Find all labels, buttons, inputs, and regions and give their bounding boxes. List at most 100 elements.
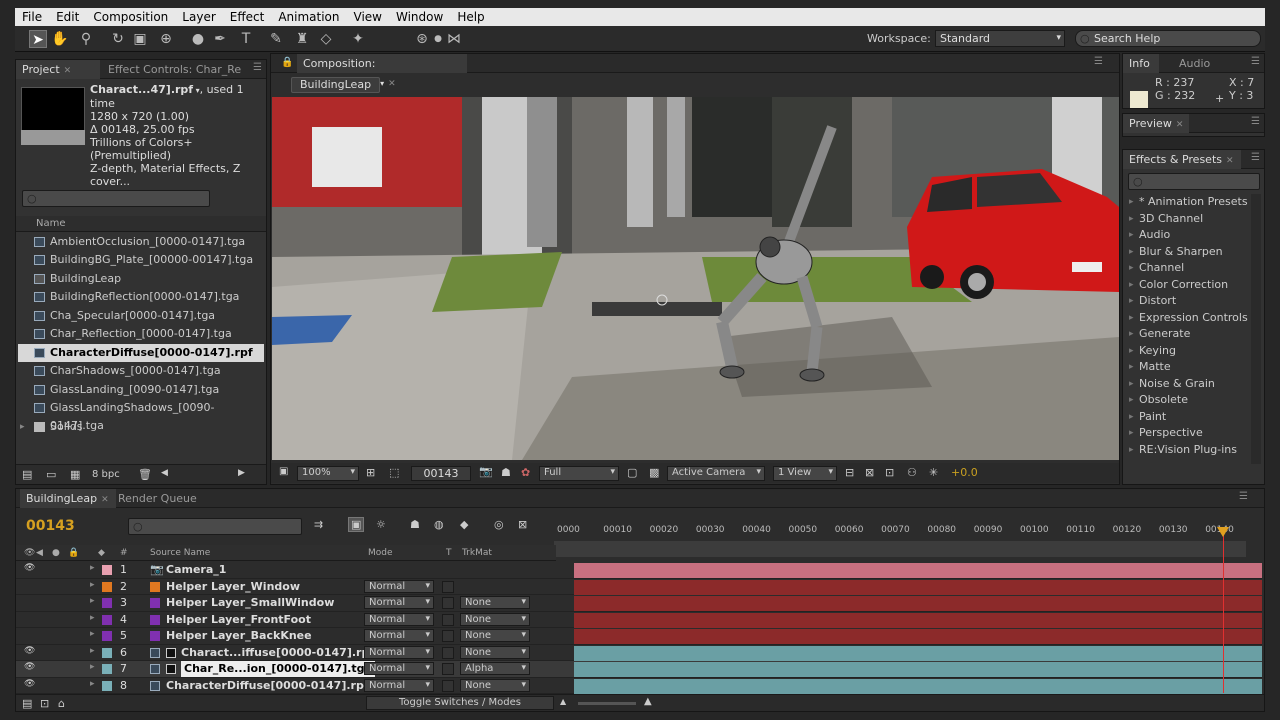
audio-icon[interactable]: ◀ bbox=[36, 545, 43, 561]
folder-item[interactable]: ▸ Solids bbox=[18, 418, 264, 436]
label-icon[interactable]: ◆ bbox=[98, 545, 105, 561]
tab-effects-presets[interactable]: Effects & Presets ✕ bbox=[1123, 150, 1241, 169]
preserve-transparency-checkbox[interactable] bbox=[442, 663, 454, 675]
new-folder-icon[interactable]: ▭ bbox=[46, 468, 56, 481]
exposure-value[interactable]: +0.0 bbox=[951, 466, 978, 479]
label-color-swatch[interactable] bbox=[102, 647, 112, 658]
list-item[interactable]: CharShadows_[0000-0147].tga bbox=[18, 362, 264, 380]
label-color-swatch[interactable] bbox=[102, 614, 112, 625]
track-matte-select[interactable]: None bbox=[460, 678, 530, 692]
list-item[interactable]: BuildingReflection[0000-0147].tga bbox=[18, 288, 264, 306]
effects-category[interactable]: Expression Controls bbox=[1129, 310, 1249, 327]
tab-info[interactable]: Info bbox=[1123, 54, 1159, 73]
brainstorm-icon[interactable]: ◆ bbox=[460, 518, 468, 531]
label-color-swatch[interactable] bbox=[102, 680, 112, 691]
label-color-swatch[interactable] bbox=[102, 631, 112, 641]
blend-mode-select[interactable]: Normal bbox=[364, 612, 434, 626]
timeline-icon[interactable]: ⊡ bbox=[885, 466, 894, 479]
blend-mode-select[interactable]: Normal bbox=[364, 596, 434, 609]
interpret-footage-icon[interactable]: ▤ bbox=[22, 468, 32, 481]
layer-duration-bar[interactable] bbox=[574, 596, 1262, 611]
close-icon[interactable]: ✕ bbox=[388, 79, 396, 89]
close-icon[interactable]: ✕ bbox=[1226, 156, 1234, 166]
channel-icon[interactable]: ✿ bbox=[521, 466, 530, 479]
layer-name[interactable]: Charact...iffuse[0000-0147].rpf bbox=[181, 645, 374, 661]
layer-duration-bar[interactable] bbox=[574, 645, 1262, 661]
label-color-swatch[interactable] bbox=[102, 598, 112, 608]
tab-render-queue[interactable]: Render Queue bbox=[112, 489, 203, 508]
selection-tool-icon[interactable]: ➤ bbox=[29, 30, 47, 48]
eraser-tool-icon[interactable]: ◇ bbox=[317, 30, 335, 48]
menu-help[interactable]: Help bbox=[450, 10, 491, 24]
list-item[interactable]: Cha_Specular[0000-0147].tga bbox=[18, 307, 264, 325]
layer-name[interactable]: Camera_1 bbox=[166, 562, 226, 578]
chevron-right-icon[interactable]: ▸ bbox=[20, 418, 25, 436]
list-item[interactable]: AmbientOcclusion_[0000-0147].tga bbox=[18, 233, 264, 251]
menu-animation[interactable]: Animation bbox=[271, 10, 346, 24]
list-item[interactable]: BuildingLeap bbox=[18, 270, 264, 288]
label-color-swatch[interactable] bbox=[102, 565, 112, 575]
menu-edit[interactable]: Edit bbox=[49, 10, 86, 24]
close-icon[interactable]: ✕ bbox=[101, 495, 109, 505]
zoom-slider[interactable] bbox=[578, 702, 636, 705]
menu-file[interactable]: File bbox=[15, 10, 49, 24]
magnification-select[interactable]: 100% bbox=[297, 466, 359, 481]
eye-icon[interactable]: 👁 bbox=[24, 646, 35, 656]
chevron-right-icon[interactable]: ▸ bbox=[90, 596, 95, 606]
effects-category[interactable]: Obsolete bbox=[1129, 392, 1249, 409]
composition-mini-flowchart-icon[interactable]: ⇉ bbox=[314, 518, 323, 531]
camera-view-select[interactable]: Active Camera bbox=[667, 466, 765, 481]
project-search-input[interactable] bbox=[22, 190, 210, 207]
panel-menu-icon[interactable]: ☰ bbox=[1251, 152, 1260, 163]
blend-mode-select[interactable]: Normal bbox=[364, 579, 434, 593]
pen-tool-icon[interactable]: ✒ bbox=[211, 30, 229, 48]
scroll-right-icon[interactable]: ▶ bbox=[238, 468, 245, 478]
eye-icon[interactable]: 👁 bbox=[24, 679, 35, 689]
effects-category[interactable]: Paint bbox=[1129, 409, 1249, 426]
effects-category[interactable]: RE:Vision Plug-ins bbox=[1129, 442, 1249, 459]
menu-effect[interactable]: Effect bbox=[223, 10, 272, 24]
timeline-search-input[interactable] bbox=[128, 518, 302, 535]
table-row[interactable]: 👁 ▸ 7 Char_Re...ion_[0000-0147].tgaNormal Al… bbox=[16, 661, 1262, 678]
layer-name[interactable]: CharacterDiffuse[0000-0147].rpf bbox=[166, 678, 369, 694]
effects-category[interactable]: Channel bbox=[1129, 260, 1249, 277]
scroll-left-icon[interactable]: ◀ bbox=[161, 468, 168, 478]
type-tool-icon[interactable]: T bbox=[237, 30, 255, 48]
layer-switches-icon[interactable]: ⊠ bbox=[518, 518, 527, 531]
list-item[interactable]: GlassLanding_[0090-0147].tga bbox=[18, 381, 264, 399]
name-column-header[interactable]: Name bbox=[16, 216, 266, 232]
layer-name[interactable]: Char_Re...ion_[0000-0147].tga bbox=[181, 661, 375, 677]
view-layout-select[interactable]: 1 View bbox=[773, 466, 837, 481]
preserve-transparency-checkbox[interactable] bbox=[442, 613, 454, 626]
layer-name[interactable]: Helper Layer_Window bbox=[166, 579, 300, 595]
search-help-input[interactable]: Search Help bbox=[1075, 30, 1261, 47]
table-row[interactable]: ▸ 5 Helper Layer_BackKnee Normal None bbox=[16, 628, 1262, 645]
fast-previews-icon[interactable]: ⊠ bbox=[865, 466, 874, 479]
effects-search-input[interactable] bbox=[1128, 173, 1260, 190]
chevron-right-icon[interactable]: ▸ bbox=[90, 662, 95, 672]
preserve-transparency-checkbox[interactable] bbox=[442, 679, 454, 692]
preserve-transparency-checkbox[interactable] bbox=[442, 646, 454, 659]
list-item-selected[interactable]: CharacterDiffuse[0000-0147].rpf bbox=[18, 344, 264, 362]
list-item[interactable]: BuildingBG_Plate_[00000-00147].tga bbox=[18, 251, 264, 269]
mode-header[interactable]: Mode bbox=[368, 545, 393, 561]
layer-duration-bar[interactable] bbox=[574, 678, 1262, 694]
solo-icon[interactable]: ● bbox=[52, 545, 60, 561]
trash-icon[interactable]: 🗑 bbox=[138, 468, 152, 481]
ellipse-tool-icon[interactable]: ● bbox=[189, 30, 207, 48]
playhead-marker[interactable] bbox=[1217, 527, 1229, 537]
panel-menu-icon[interactable]: ☰ bbox=[1251, 56, 1260, 67]
tab-buildingleap[interactable]: BuildingLeap ✕ bbox=[20, 489, 116, 508]
always-preview-icon[interactable]: ▣ bbox=[279, 466, 288, 477]
effects-category[interactable]: 3D Channel bbox=[1129, 211, 1249, 228]
panel-menu-icon[interactable]: ☰ bbox=[1094, 56, 1103, 67]
reset-exposure-icon[interactable]: ✳ bbox=[929, 466, 938, 479]
pan-behind-tool-icon[interactable]: ⊕ bbox=[157, 30, 175, 48]
current-time-display[interactable]: 00143 bbox=[26, 518, 75, 534]
mask-visibility-icon[interactable]: ⬚ bbox=[389, 466, 399, 479]
playhead[interactable] bbox=[1223, 527, 1224, 693]
expand-icon[interactable]: ▤ bbox=[22, 697, 32, 710]
tab-preview[interactable]: Preview ✕ bbox=[1123, 114, 1189, 133]
zoom-tool-icon[interactable]: ⚲ bbox=[77, 30, 95, 48]
preserve-transparency-checkbox[interactable] bbox=[442, 630, 454, 642]
